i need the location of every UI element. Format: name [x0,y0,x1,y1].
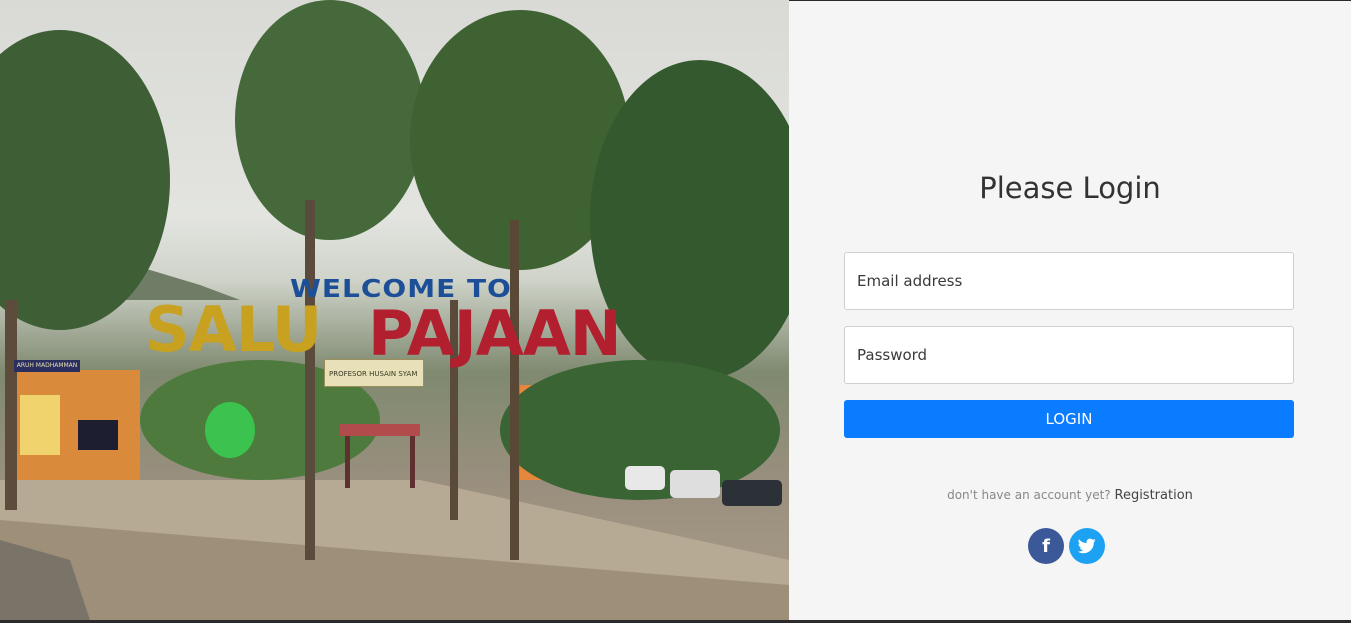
registration-prompt: don't have an account yet? Registration [789,488,1351,503]
social-login-group: f [1028,528,1105,564]
background-photo: WELCOME TO SALU PAJAAN PROFESOR HUSAIN S… [0,0,789,620]
page-title: Please Login [979,171,1161,205]
registration-link[interactable]: Registration [1115,488,1193,503]
login-button[interactable]: LOGIN [844,400,1294,438]
facebook-button[interactable]: f [1028,528,1064,564]
email-field[interactable] [844,252,1294,310]
twitter-button[interactable] [1069,528,1105,564]
login-panel: Please Login LOGIN don't have an account… [789,1,1351,620]
facebook-icon: f [1042,535,1050,557]
twitter-icon [1078,538,1096,554]
password-field[interactable] [844,326,1294,384]
login-page: WELCOME TO SALU PAJAAN PROFESOR HUSAIN S… [0,0,1351,623]
no-account-text: don't have an account yet? [947,488,1111,502]
mosque-sign: ARUH MADHAMMAN [14,360,80,372]
salu-sign-text: SALU [145,293,322,366]
roadside-banner: PROFESOR HUSAIN SYAM [324,359,424,387]
